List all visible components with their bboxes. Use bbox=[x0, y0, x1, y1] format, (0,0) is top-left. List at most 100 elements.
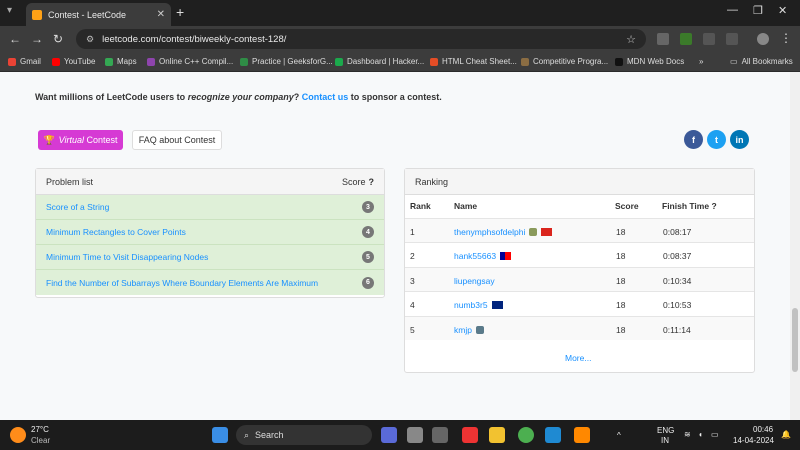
user-link[interactable]: thenymphsofdelphi bbox=[454, 227, 553, 237]
restore-icon[interactable]: ❐ bbox=[753, 4, 763, 17]
close-window-icon[interactable]: ✕ bbox=[778, 4, 787, 17]
bookmark-item[interactable]: HTML Cheat Sheet... bbox=[430, 57, 517, 66]
new-tab-icon[interactable]: + bbox=[176, 4, 184, 20]
extension-t-icon[interactable] bbox=[657, 33, 669, 45]
problem-row[interactable]: Minimum Rectangles to Cover Points 4 bbox=[36, 220, 384, 245]
knight-badge-icon bbox=[475, 326, 484, 334]
vscode-icon[interactable] bbox=[545, 427, 561, 443]
address-bar[interactable]: ⚙ leetcode.com/contest/biweekly-contest-… bbox=[76, 29, 646, 49]
html-icon bbox=[430, 57, 438, 66]
column-finish-time: Finish Time ? bbox=[662, 201, 717, 211]
profile-avatar[interactable] bbox=[757, 33, 769, 45]
bookmark-item[interactable]: Practice | GeeksforG... bbox=[240, 57, 333, 66]
hackerrank-icon bbox=[335, 57, 343, 66]
volume-icon[interactable]: ◖ bbox=[698, 430, 703, 439]
user-link[interactable]: hank55663 bbox=[454, 251, 512, 261]
problem-row[interactable]: Minimum Time to Visit Disappearing Nodes… bbox=[36, 245, 384, 270]
menu-icon[interactable]: ⋮ bbox=[780, 31, 792, 45]
virtual-contest-button[interactable]: 🏆 Virtual Contest bbox=[38, 130, 123, 150]
twitter-share-icon[interactable]: t bbox=[707, 130, 726, 149]
close-tab-icon[interactable]: ✕ bbox=[157, 9, 165, 20]
ranking-row: 1 thenymphsofdelphi 18 0:08:17 bbox=[405, 218, 754, 242]
windows-start-icon[interactable] bbox=[212, 427, 228, 443]
ranking-row: 3 liupengsay 18 0:10:34 bbox=[405, 267, 754, 291]
extension-tree-icon[interactable] bbox=[680, 33, 692, 45]
problem-list-panel: Problem list Score ? Score of a String 3… bbox=[35, 168, 385, 298]
maps-icon bbox=[105, 57, 113, 66]
tab-title: Contest - LeetCode bbox=[48, 9, 127, 20]
problem-row[interactable]: Score of a String 3 bbox=[36, 195, 384, 220]
file-explorer-icon[interactable] bbox=[489, 427, 505, 443]
youtube-icon bbox=[52, 57, 60, 66]
bookmark-item[interactable]: Competitive Progra... bbox=[521, 57, 608, 66]
help-icon[interactable]: ? bbox=[369, 177, 375, 187]
app-icon[interactable] bbox=[432, 427, 448, 443]
bookmark-item[interactable]: YouTube bbox=[52, 57, 95, 66]
site-info-icon[interactable]: ⚙ bbox=[86, 34, 94, 45]
windows-taskbar: 27°C Clear ⌕ Search ^ ENG IN ≋ ◖ ▭ 00:46… bbox=[0, 420, 800, 450]
score-badge: 6 bbox=[362, 276, 374, 289]
user-link[interactable]: liupengsay bbox=[454, 276, 495, 286]
mdn-icon bbox=[615, 57, 623, 66]
bookmarks-overflow-icon[interactable]: » bbox=[699, 57, 703, 66]
tray-overflow-icon[interactable]: ^ bbox=[617, 431, 621, 440]
brave-icon[interactable] bbox=[462, 427, 478, 443]
wifi-icon[interactable]: ≋ bbox=[684, 430, 691, 439]
sponsor-text: Want millions of LeetCode users to recog… bbox=[35, 92, 442, 102]
linkedin-share-icon[interactable]: in bbox=[730, 130, 749, 149]
problem-row[interactable]: Find the Number of Subarrays Where Bound… bbox=[36, 270, 384, 295]
ranking-row: 4 numb3r5 18 0:10:53 bbox=[405, 291, 754, 315]
vietnam-flag-icon bbox=[541, 228, 553, 236]
extension-icon[interactable] bbox=[703, 33, 715, 45]
chrome-icon[interactable] bbox=[518, 427, 534, 443]
minimize-icon[interactable]: — bbox=[727, 4, 738, 16]
copilot-icon[interactable] bbox=[381, 427, 397, 443]
reload-icon[interactable]: ↻ bbox=[53, 32, 63, 46]
all-bookmarks-button[interactable]: ▭ All Bookmarks bbox=[730, 57, 793, 66]
user-link[interactable]: numb3r5 bbox=[454, 300, 503, 310]
bookmarks-bar: Gmail YouTube Maps Online C++ Compil... … bbox=[0, 52, 800, 72]
taskbar-search[interactable]: ⌕ Search bbox=[236, 425, 372, 445]
bookmark-item[interactable]: Gmail bbox=[8, 57, 41, 66]
bookmark-item[interactable]: Online C++ Compil... bbox=[147, 57, 233, 66]
url-text: leetcode.com/contest/biweekly-contest-12… bbox=[102, 33, 287, 45]
tab-contest[interactable]: Contest - LeetCode ✕ bbox=[26, 3, 171, 26]
search-icon: ⌕ bbox=[244, 429, 250, 440]
leetcode-favicon-icon bbox=[32, 9, 42, 20]
bookmark-item[interactable]: Maps bbox=[105, 57, 137, 66]
weather-icon[interactable] bbox=[10, 427, 26, 443]
battery-icon[interactable]: ▭ bbox=[711, 430, 719, 439]
scrollbar[interactable] bbox=[790, 72, 800, 420]
guardian-badge-icon bbox=[529, 228, 538, 236]
forward-icon[interactable]: → bbox=[31, 32, 43, 46]
more-rankings-link[interactable]: More... bbox=[565, 353, 591, 363]
vlc-icon[interactable] bbox=[574, 427, 590, 443]
bookmark-star-icon[interactable]: ☆ bbox=[626, 33, 636, 46]
score-badge: 5 bbox=[362, 251, 374, 263]
score-badge: 4 bbox=[362, 226, 374, 238]
back-icon[interactable]: ← bbox=[9, 32, 21, 46]
geeksforgeeks-icon bbox=[240, 57, 248, 66]
browser-toolbar: ← → ↻ ⚙ leetcode.com/contest/biweekly-co… bbox=[0, 26, 800, 52]
bookmark-item[interactable]: Dashboard | Hacker... bbox=[335, 57, 424, 66]
australia-flag-icon bbox=[491, 301, 503, 309]
trophy-icon: 🏆 bbox=[43, 134, 55, 145]
browser-titlebar: ▾ Contest - LeetCode ✕ + — ❐ ✕ bbox=[0, 0, 800, 26]
bookmark-item[interactable]: MDN Web Docs bbox=[615, 57, 684, 66]
folder-icon: ▭ bbox=[730, 57, 738, 66]
notification-bell-icon[interactable]: 🔔 bbox=[781, 430, 791, 439]
extensions-puzzle-icon[interactable] bbox=[726, 33, 738, 45]
faq-button[interactable]: FAQ about Contest bbox=[132, 130, 222, 150]
contact-us-link[interactable]: Contact us bbox=[302, 92, 349, 102]
cc-icon bbox=[521, 57, 529, 66]
tab-search-icon[interactable]: ▾ bbox=[7, 5, 12, 16]
gmail-icon bbox=[8, 57, 16, 66]
ranking-header: Ranking bbox=[405, 169, 754, 195]
scrollbar-thumb[interactable] bbox=[792, 308, 798, 372]
task-view-icon[interactable] bbox=[407, 427, 423, 443]
help-icon[interactable]: ? bbox=[711, 201, 716, 211]
column-rank: Rank bbox=[410, 201, 431, 211]
user-link[interactable]: kmjp bbox=[454, 325, 484, 335]
facebook-share-icon[interactable]: f bbox=[684, 130, 703, 149]
taiwan-flag-icon bbox=[500, 252, 512, 260]
